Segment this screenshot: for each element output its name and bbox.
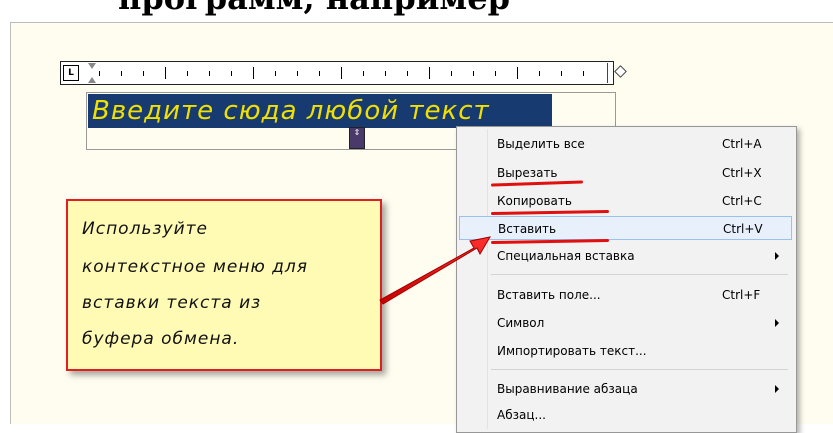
arrow-pointer-icon [379, 236, 491, 305]
callout-arrow [379, 236, 491, 305]
